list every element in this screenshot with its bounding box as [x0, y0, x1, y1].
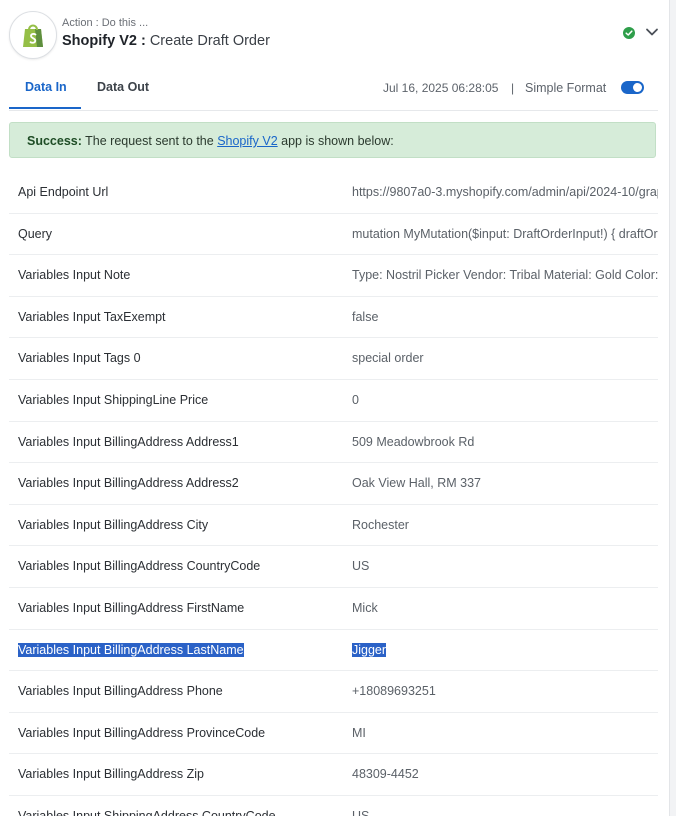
table-row: Variables Input BillingAddress ProvinceC… [9, 713, 658, 755]
field-value: https://9807a0-3.myshopify.com/admin/api… [352, 185, 658, 199]
simple-format-toggle[interactable] [621, 81, 644, 94]
field-key: Variables Input Note [18, 268, 131, 283]
success-banner: Success: The request sent to the Shopify… [9, 122, 656, 158]
banner-text-pre: The request sent to the [81, 134, 218, 148]
table-row: Variables Input TaxExempt false [9, 297, 658, 339]
field-value: MI [352, 725, 366, 740]
field-value: 509 Meadowbrook Rd [352, 434, 475, 449]
field-key: Variables Input BillingAddress CountryCo… [18, 559, 261, 574]
field-key: Variables Input ShippingAddress CountryC… [18, 809, 276, 816]
table-row: Query mutation MyMutation($input: DraftOr… [9, 214, 658, 256]
step-header: Action : Do this ... Shopify V2 : Create… [0, 0, 670, 66]
run-timestamp: Jul 16, 2025 06:28:05 [383, 81, 499, 95]
tab-data-out[interactable]: Data Out [97, 80, 149, 94]
table-row: Api Endpoint Url https://9807a0-3.myshopi… [9, 172, 658, 214]
field-key: Variables Input Tags 0 [18, 351, 141, 366]
title-separator: : [136, 33, 150, 49]
field-value: US [352, 809, 370, 816]
table-row: Variables Input BillingAddress Zip 48309-… [9, 754, 658, 796]
field-value: Mick [352, 601, 378, 615]
field-value: Jigger [352, 642, 387, 657]
field-value: 0 [352, 393, 359, 407]
field-value: US [352, 559, 370, 574]
active-tab-indicator [9, 107, 81, 109]
request-data-table: Api Endpoint Url https://9807a0-3.myshopi… [9, 172, 658, 816]
field-key: Variables Input ShippingLine Price [18, 393, 209, 407]
field-value: false [352, 309, 379, 324]
field-value: 48309-4452 [352, 767, 419, 782]
field-key: Variables Input BillingAddress Zip [18, 767, 204, 782]
tab-data-in[interactable]: Data In [25, 80, 67, 94]
table-row: Variables Input BillingAddress Phone +180… [9, 671, 658, 713]
field-key: Variables Input BillingAddress Address1 [18, 434, 239, 449]
field-key: Variables Input BillingAddress LastName [18, 642, 244, 657]
toolbar-divider: | [511, 81, 515, 95]
table-row: Variables Input ShippingAddress CountryC… [9, 796, 658, 816]
app-name: Shopify V2 [62, 33, 137, 49]
field-key: Variables Input TaxExempt [18, 309, 166, 324]
field-key: Api Endpoint Url [18, 185, 109, 199]
toggle-knob [633, 83, 642, 92]
data-tabs: Data In Data Out Jul 16, 2025 06:28:05 |… [9, 70, 658, 111]
scrollbar-track[interactable] [669, 0, 676, 816]
table-row: Variables Input BillingAddress City Roche… [9, 505, 658, 547]
table-row: Variables Input Note Type: Nostril Picker… [9, 255, 658, 297]
chevron-down-icon[interactable] [645, 26, 659, 38]
field-key: Variables Input BillingAddress Phone [18, 684, 223, 699]
field-key: Variables Input BillingAddress ProvinceC… [18, 725, 266, 740]
field-key: Variables Input BillingAddress City [18, 517, 209, 532]
shopify-bag-icon [9, 11, 57, 59]
field-key: Variables Input BillingAddress FirstName [18, 601, 245, 615]
field-key: Query [18, 226, 53, 241]
table-row: Variables Input Tags 0 special order [9, 338, 658, 380]
app-link[interactable]: Shopify V2 [217, 134, 277, 148]
action-name: Create Draft Order [149, 33, 270, 49]
table-row: Variables Input BillingAddress FirstName… [9, 588, 658, 630]
field-value: +18089693251 [352, 684, 436, 699]
step-subtitle: Action : Do this ... [62, 17, 149, 29]
step-title: Shopify V2 : Create Draft Order [62, 33, 270, 49]
simple-format-label: Simple Format [525, 81, 607, 95]
table-row: Variables Input ShippingLine Price 0 [9, 380, 658, 422]
field-key: Variables Input BillingAddress Address2 [18, 476, 239, 491]
table-row: Variables Input BillingAddress Address1 5… [9, 422, 658, 464]
table-row-selected: Variables Input BillingAddress LastName J… [9, 630, 658, 672]
field-value: Type: Nostril Picker Vendor: Tribal Mate… [352, 268, 658, 283]
field-value: Rochester [352, 517, 409, 532]
banner-text-post: app is shown below: [277, 134, 394, 148]
field-value: mutation MyMutation($input: DraftOrderIn… [352, 226, 658, 241]
field-value: special order [352, 351, 424, 366]
table-row: Variables Input BillingAddress CountryCo… [9, 546, 658, 588]
success-label: Success: [27, 134, 82, 148]
table-row: Variables Input BillingAddress Address2 O… [9, 463, 658, 505]
check-circle-icon [623, 27, 635, 39]
field-value: Oak View Hall, RM 337 [352, 476, 481, 491]
